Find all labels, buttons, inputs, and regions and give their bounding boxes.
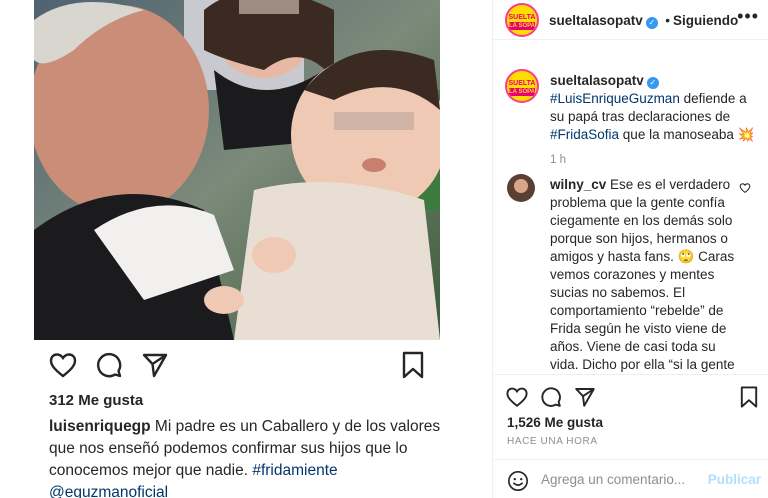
comment-item: wilny_cv Ese es el verdadero problema qu… <box>550 176 744 374</box>
heart-icon[interactable] <box>48 350 78 380</box>
embedded-post: 312 Me gusta luisenriquegp Mi padre es u… <box>0 0 492 498</box>
likes-count[interactable]: 312 Me gusta <box>49 392 143 409</box>
caption-mention[interactable]: @eguzmanoficial <box>49 484 168 498</box>
avatar-brand-bottom: LA SOPA <box>509 22 536 30</box>
caption-mention[interactable]: #LuisEnriqueGuzman <box>550 91 680 106</box>
caption-username[interactable]: sueltalasopatv <box>550 73 644 88</box>
post-caption: luisenriquegp Mi padre es un Caballero y… <box>49 416 449 498</box>
comment-icon[interactable] <box>94 350 124 380</box>
post-header: SUELTA LA SOPA sueltalasopatv ✓ • Siguiend… <box>493 0 768 40</box>
add-comment-bar: Agrega un comentario... Publicar <box>493 459 768 498</box>
avatar[interactable] <box>507 174 535 202</box>
panel-action-section: 1,526 Me gusta HACE UNA HORA Agrega un c… <box>493 374 768 498</box>
verified-badge-icon: ✓ <box>645 17 658 29</box>
comment-input[interactable]: Agrega un comentario... <box>541 472 685 487</box>
post-photo[interactable] <box>34 0 440 340</box>
header-identity: sueltalasopatv ✓ • Siguiendo <box>549 12 738 30</box>
avatar-brand-bottom: LA SOPA <box>509 88 536 96</box>
following-button[interactable]: Siguiendo <box>673 13 738 28</box>
avatar[interactable]: SUELTA LA SOPA <box>505 3 539 37</box>
share-icon[interactable] <box>573 385 597 409</box>
share-icon[interactable] <box>140 350 170 380</box>
comment-username[interactable]: wilny_cv <box>550 177 606 192</box>
emoji-icon[interactable] <box>507 470 529 492</box>
post-photo-illustration <box>34 0 440 340</box>
separator-dot: • <box>665 13 670 28</box>
comments-scroll[interactable]: SUELTA LA SOPA sueltalasopatv ✓ #LuisEnri… <box>493 52 768 374</box>
verified-badge-icon: ✓ <box>646 77 659 89</box>
post-timestamp: HACE UNA HORA <box>507 436 598 447</box>
more-options-icon[interactable]: ••• <box>737 6 759 27</box>
comment-icon[interactable] <box>539 385 563 409</box>
comment-text: Ese es el verdadero problema que la gent… <box>550 177 735 372</box>
comment-like-icon[interactable] <box>739 182 751 194</box>
caption-text: que la manoseaba 💥 <box>619 127 755 142</box>
avatar-brand-top: SUELTA <box>508 14 536 21</box>
post-action-bar <box>48 350 428 382</box>
caption-hashtag[interactable]: #fridamiente <box>252 462 337 479</box>
save-icon[interactable] <box>398 350 428 380</box>
likes-count[interactable]: 1,526 Me gusta <box>507 415 603 430</box>
header-username[interactable]: sueltalasopatv <box>549 13 643 28</box>
post-side-panel: SUELTA LA SOPA sueltalasopatv ✓ • Siguiend… <box>492 0 768 498</box>
avatar-brand-top: SUELTA <box>508 80 536 87</box>
main-post-caption: sueltalasopatv ✓ #LuisEnriqueGuzman defie… <box>550 72 760 166</box>
caption-username[interactable]: luisenriquegp <box>49 418 151 435</box>
avatar[interactable]: SUELTA LA SOPA <box>505 69 539 103</box>
publish-button[interactable]: Publicar <box>708 472 761 487</box>
save-icon[interactable] <box>737 385 761 409</box>
caption-hashtag[interactable]: #FridaSofia <box>550 127 619 142</box>
caption-time: 1 h <box>550 154 566 166</box>
heart-icon[interactable] <box>505 385 529 409</box>
